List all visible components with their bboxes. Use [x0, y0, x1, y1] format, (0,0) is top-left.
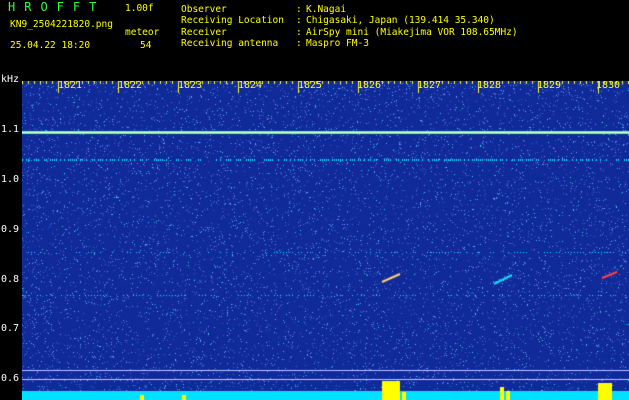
x-tick-label: 1822 — [118, 80, 143, 91]
y-tick-label: 0.6 — [1, 373, 20, 384]
x-tick-label: 1823 — [178, 80, 203, 91]
meteor-count-value: 54 — [140, 40, 152, 51]
x-tick-label: 1826 — [357, 80, 382, 91]
filename-label: KN9_2504221820.png — [10, 19, 113, 30]
y-tick-label: 0.9 — [1, 224, 20, 235]
meteor-count-label: meteor — [125, 27, 160, 38]
app-title: HROFFT — [8, 0, 106, 14]
x-tick-label: 1824 — [238, 80, 263, 91]
location-label: Receiving Location — [181, 15, 284, 26]
location-value: Chigasaki, Japan (139.414 35.340) — [306, 15, 495, 26]
datetime-label: 25.04.22 18:20 — [10, 40, 91, 51]
separator: : — [296, 15, 302, 26]
x-tick-label: 1830 — [596, 80, 621, 91]
x-tick-label: 1829 — [537, 80, 562, 91]
x-tick-label: 1828 — [477, 80, 502, 91]
y-tick-label: 1.0 — [1, 174, 20, 185]
spectrogram-canvas — [22, 81, 629, 400]
antenna-label: Receiving antenna — [181, 38, 279, 49]
y-tick-label: 0.8 — [1, 274, 20, 285]
x-tick-label: 1825 — [298, 80, 323, 91]
y-axis-unit: kHz — [1, 74, 20, 85]
x-tick-label: 1827 — [417, 80, 442, 91]
antenna-value: Maspro FM-3 — [306, 38, 369, 49]
separator: : — [296, 38, 302, 49]
y-tick-label: 1.1 — [1, 124, 20, 135]
y-tick-label: 0.7 — [1, 323, 20, 334]
version-label: 1.00f — [125, 3, 154, 14]
x-tick-label: 1821 — [58, 80, 83, 91]
